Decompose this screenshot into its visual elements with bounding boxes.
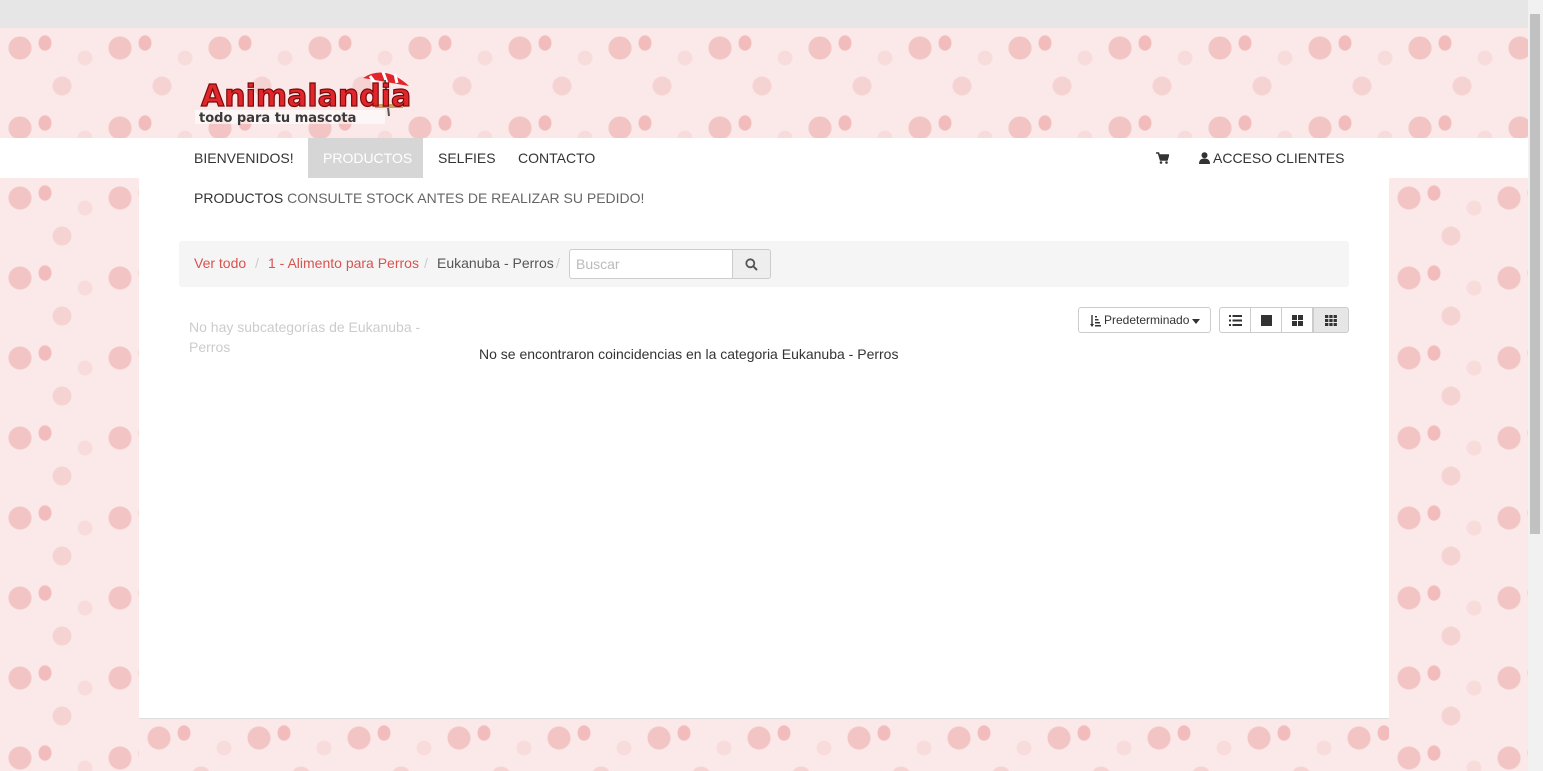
- browser-top-bar: [0, 0, 1528, 28]
- search-button[interactable]: [732, 249, 771, 279]
- breadcrumb-separator: /: [424, 255, 428, 271]
- svg-text:todo para tu mascota: todo para tu mascota: [199, 111, 356, 126]
- shopping-cart-icon: [1156, 152, 1169, 164]
- large-grid-icon: [1261, 315, 1272, 326]
- site-logo[interactable]: Animalandia todo para tu mascota: [195, 66, 412, 126]
- list-view-icon: [1229, 315, 1242, 326]
- caret-down-icon: [1192, 319, 1200, 324]
- search-input[interactable]: [569, 249, 733, 279]
- nav-item-bienvenidos[interactable]: BIENVENIDOS!: [179, 138, 309, 178]
- background-pattern-bottom: [139, 718, 1389, 771]
- main-content: PRODUCTOS CONSULTE STOCK ANTES DE REALIZ…: [139, 178, 1389, 719]
- breadcrumb-item-current: Eukanuba - Perros: [437, 255, 554, 271]
- view-medium-grid-button[interactable]: [1281, 307, 1313, 333]
- no-results-message: No se encontraron coincidencias en la ca…: [479, 346, 899, 362]
- no-subcategories-text: No hay subcategorías de Eukanuba - Perro…: [189, 319, 421, 355]
- breadcrumb-separator: /: [255, 255, 259, 271]
- sort-label: Predeterminado: [1104, 313, 1190, 327]
- view-list-button[interactable]: [1219, 307, 1251, 333]
- view-small-grid-button[interactable]: [1313, 307, 1349, 333]
- page-subtitle: CONSULTE STOCK ANTES DE REALIZAR SU PEDI…: [287, 190, 645, 206]
- nav-item-selfies[interactable]: SELFIES: [423, 138, 511, 178]
- client-access-link[interactable]: ACCESO CLIENTES: [1184, 138, 1349, 178]
- breadcrumb-separator: /: [556, 255, 560, 271]
- client-access-label: ACCESO CLIENTES: [1213, 150, 1345, 166]
- sort-dropdown[interactable]: Predeterminado: [1078, 307, 1211, 333]
- view-large-grid-button[interactable]: [1250, 307, 1282, 333]
- search-icon: [745, 258, 758, 271]
- small-grid-icon: [1325, 315, 1337, 326]
- page-title: PRODUCTOS: [194, 190, 284, 206]
- breadcrumb-item-alimento-perros[interactable]: 1 - Alimento para Perros: [268, 255, 419, 271]
- nav-item-productos[interactable]: PRODUCTOS: [308, 138, 423, 178]
- page-heading: PRODUCTOS CONSULTE STOCK ANTES DE REALIZ…: [194, 190, 644, 206]
- cart-button[interactable]: [1142, 138, 1182, 178]
- breadcrumb-item-ver-todo[interactable]: Ver todo: [194, 255, 246, 271]
- user-icon: [1199, 152, 1210, 164]
- breadcrumb: Ver todo / 1 - Alimento para Perros / Eu…: [179, 241, 1349, 287]
- background-pattern-right: [1389, 178, 1528, 771]
- nav-item-contacto[interactable]: CONTACTO: [503, 138, 610, 178]
- main-navbar: BIENVENIDOS! PRODUCTOS SELFIES CONTACTO …: [0, 138, 1528, 178]
- medium-grid-icon: [1292, 315, 1303, 326]
- scrollbar-thumb[interactable]: [1530, 14, 1540, 534]
- background-pattern-left: [0, 178, 139, 771]
- svg-text:Animalandia: Animalandia: [201, 79, 410, 114]
- sort-amount-icon: [1090, 315, 1101, 327]
- logo-image: Animalandia todo para tu mascota: [195, 71, 412, 126]
